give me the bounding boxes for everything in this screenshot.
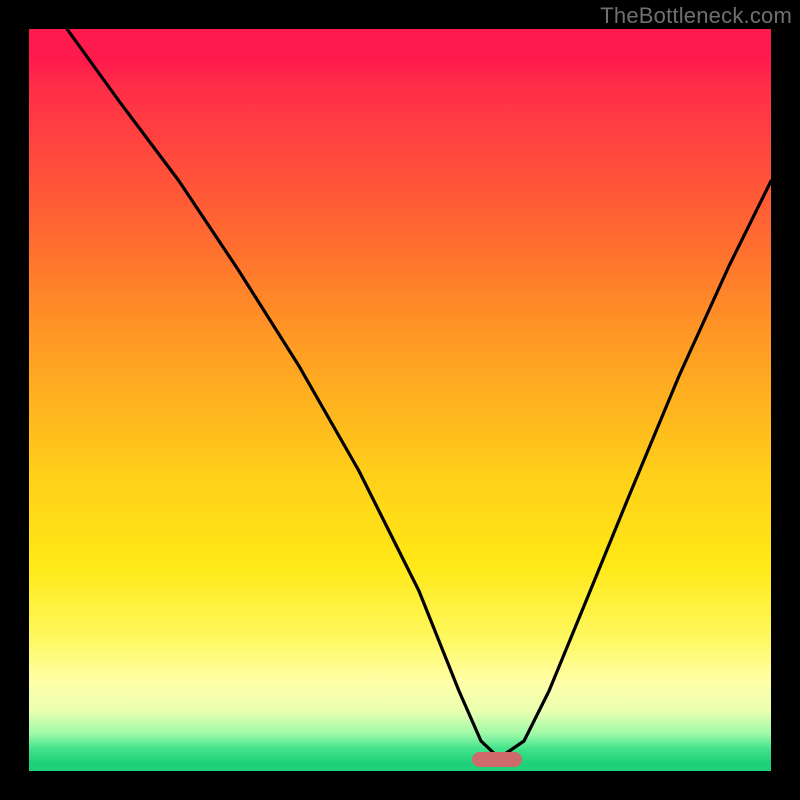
bottleneck-curve [29, 29, 771, 771]
watermark-text: TheBottleneck.com [600, 3, 792, 29]
chart-frame: TheBottleneck.com [0, 0, 800, 800]
optimum-marker [472, 752, 522, 767]
plot-area [29, 29, 771, 771]
